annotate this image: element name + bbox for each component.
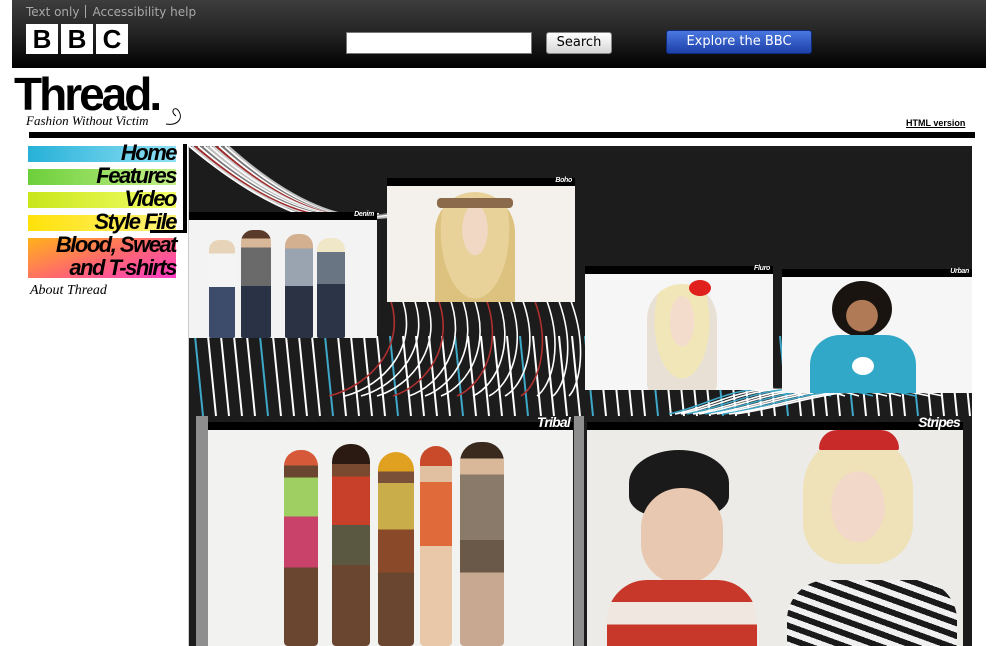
explore-the-bbc-button[interactable]: Explore the BBC bbox=[666, 30, 812, 54]
stripe-line bbox=[207, 335, 217, 417]
photo-caption: Fluro bbox=[754, 265, 770, 272]
photo-fluro[interactable]: Fluro bbox=[585, 265, 773, 390]
search-input[interactable] bbox=[346, 32, 532, 54]
photo-boho[interactable]: Boho bbox=[387, 177, 575, 302]
stripe-line bbox=[220, 335, 230, 417]
bbc-masthead: Text only Accessibility help B B C Search… bbox=[12, 0, 986, 68]
stripe-line bbox=[558, 335, 568, 417]
thread-tagline: Fashion Without Victim bbox=[26, 113, 149, 128]
bbc-logo-letter-c: C bbox=[96, 24, 128, 54]
stripe-line bbox=[536, 295, 556, 397]
about-thread-link[interactable]: About Thread bbox=[30, 283, 107, 299]
stripe-line bbox=[298, 335, 308, 417]
boho-photo bbox=[387, 186, 575, 302]
stripe-line bbox=[272, 335, 282, 417]
stripes-photo bbox=[587, 430, 963, 646]
photo-caption: Urban bbox=[950, 268, 969, 275]
stripe-line bbox=[259, 335, 269, 417]
nav-frame-edge bbox=[150, 230, 187, 233]
stripe-line bbox=[337, 335, 347, 417]
stripe-line bbox=[311, 335, 321, 417]
photo-denim[interactable]: Denim bbox=[189, 211, 377, 338]
fluro-photo bbox=[585, 274, 773, 390]
stripe-line bbox=[233, 335, 243, 417]
thread-logo[interactable]: Thread. Fashion Without Victim bbox=[14, 68, 189, 132]
stripe-line bbox=[428, 335, 438, 417]
stripe-line bbox=[441, 335, 451, 417]
header-divider bbox=[29, 132, 975, 138]
logo-swirl-icon bbox=[165, 108, 181, 125]
stripe-line bbox=[480, 335, 490, 417]
nav-item-label: Features bbox=[96, 163, 177, 188]
bbc-logo[interactable]: B B C bbox=[26, 24, 128, 54]
photo-caption: Boho bbox=[555, 177, 572, 184]
tribal-photo bbox=[208, 430, 573, 646]
photo-caption: Stripes bbox=[918, 414, 961, 430]
stripe-line bbox=[246, 335, 256, 417]
fashion-collage: Denim Boho Fluro Urban Tribal Stripes bbox=[188, 146, 972, 646]
nav-item-label: Home bbox=[120, 140, 178, 165]
bbc-logo-letter-b1: B bbox=[26, 24, 58, 54]
text-only-link[interactable]: Text only bbox=[26, 5, 79, 19]
top-links: Text only Accessibility help bbox=[26, 5, 196, 19]
nav-item-blood-sweat-tshirts[interactable]: Blood, Sweat and T-shirts bbox=[28, 232, 178, 282]
accessibility-help-link[interactable]: Accessibility help bbox=[92, 5, 196, 19]
stripe-line bbox=[194, 335, 204, 417]
nav-item-label: Video bbox=[124, 186, 177, 211]
stripe-line bbox=[532, 335, 542, 417]
urban-photo bbox=[782, 277, 972, 393]
stripe-line bbox=[488, 295, 519, 397]
thread-logo-title: Thread. bbox=[14, 68, 162, 120]
stripe-line bbox=[285, 335, 295, 417]
stripe-line bbox=[467, 335, 477, 417]
stripe-line bbox=[493, 335, 503, 417]
link-divider bbox=[85, 5, 87, 18]
nav-frame-edge bbox=[183, 144, 187, 232]
stripe-line bbox=[568, 295, 582, 397]
html-version-link[interactable]: HTML version bbox=[906, 118, 965, 128]
denim-photo bbox=[189, 220, 377, 338]
photo-urban[interactable]: Urban bbox=[782, 268, 972, 393]
stripe-line bbox=[350, 335, 360, 417]
stripe-line bbox=[454, 335, 464, 417]
stripe-line bbox=[324, 335, 334, 417]
photo-caption: Denim bbox=[354, 211, 374, 218]
photo-tribal[interactable]: Tribal bbox=[208, 414, 573, 646]
photo-caption: Tribal bbox=[536, 414, 571, 430]
bbc-logo-letter-b2: B bbox=[61, 24, 93, 54]
main-nav: Home Features Video Style File Blood, Sw… bbox=[28, 140, 188, 282]
search-button[interactable]: Search bbox=[546, 32, 612, 54]
nav-item-label: Blood, Sweat and T-shirts bbox=[55, 232, 178, 280]
photo-stripes[interactable]: Stripes bbox=[587, 414, 963, 646]
